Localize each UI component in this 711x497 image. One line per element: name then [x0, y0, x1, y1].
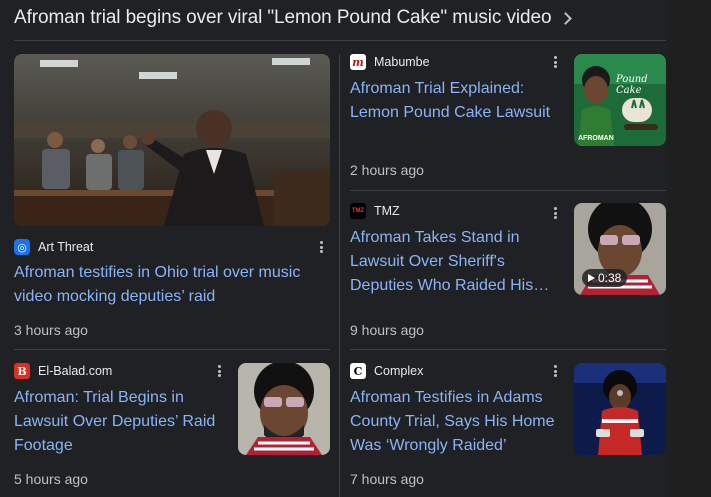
headline-line: Afroman Takes Stand in [350, 229, 520, 246]
topic-title: Afroman trial begins over viral "Lemon P… [14, 7, 552, 28]
headline-line: Lawsuit Over Sheriff's [350, 253, 505, 270]
afroman-thumbnail[interactable]: Pound Cake AFROMAN [574, 54, 666, 146]
source-name: Mabumbe [374, 55, 430, 69]
news-card-art-threat[interactable]: ◎ Art Threat Afroman testifies in Ohio t… [14, 54, 330, 344]
timestamp: 7 hours ago [350, 471, 424, 487]
more-options-icon[interactable] [318, 239, 324, 255]
headline-line: Footage [14, 437, 73, 454]
headline-link[interactable]: Afroman testifies in Ohio trial over mus… [14, 261, 330, 309]
video-duration-badge: 0:38 [582, 269, 628, 287]
video-thumbnail[interactable]: 0:38 [574, 203, 666, 295]
duration-text: 0:38 [598, 271, 622, 285]
headline-line: Lawsuit Over Deputies’ Raid [14, 413, 216, 430]
courtroom-image[interactable] [14, 54, 330, 226]
source-row: C Complex [350, 363, 423, 379]
source-row: m Mabumbe [350, 54, 430, 70]
thumb-overlay-text: AFROMAN [578, 135, 614, 142]
timestamp: 5 hours ago [14, 471, 88, 487]
timestamp: 3 hours ago [14, 322, 88, 338]
topic-header[interactable]: Afroman trial begins over viral "Lemon P… [14, 6, 573, 30]
headline-link[interactable]: Afroman Testifies in Adams County Trial,… [350, 386, 564, 458]
source-row: B El-Balad.com [14, 363, 112, 379]
news-card-mabumbe[interactable]: m Mabumbe Afroman Trial Explained: Lemon… [350, 54, 666, 184]
timestamp: 2 hours ago [350, 162, 424, 178]
news-card-el-balad[interactable]: B El-Balad.com Afroman: Trial Begins in … [14, 363, 330, 493]
source-name: Art Threat [38, 240, 94, 254]
column-divider [339, 54, 340, 497]
headline-line: County Trial, Says His Home [350, 413, 555, 430]
headline-line: Lemon Pound Cake Lawsuit [350, 104, 551, 121]
thumb-overlay-text: Pound Cake [616, 74, 648, 96]
el-balad-logo-icon: B [14, 363, 30, 379]
source-row: ◎ Art Threat [14, 239, 93, 255]
chevron-right-icon [559, 12, 573, 25]
headline-line: video mocking deputies’ raid [14, 288, 216, 305]
afroman-stage-thumbnail[interactable] [574, 363, 666, 455]
headline-line: Afroman testifies in Ohio trial over mus… [14, 264, 301, 281]
page-margin [667, 0, 711, 497]
headline-link[interactable]: Afroman Trial Explained: Lemon Pound Cak… [350, 77, 560, 125]
more-options-icon[interactable] [552, 54, 558, 70]
art-threat-logo-icon: ◎ [14, 239, 30, 255]
more-options-icon[interactable] [552, 205, 558, 221]
complex-logo-icon: C [350, 363, 366, 379]
headline-line: Afroman: Trial Begins in [14, 389, 184, 406]
news-card-tmz[interactable]: TMZ TMZ Afroman Takes Stand in Lawsuit O… [350, 203, 666, 343]
headline-link[interactable]: Afroman Takes Stand in Lawsuit Over Sher… [350, 226, 560, 298]
mabumbe-logo-icon: m [350, 54, 366, 70]
row-divider-right-1 [350, 190, 666, 191]
source-name: Complex [374, 364, 424, 378]
news-card-complex[interactable]: C Complex Afroman Testifies in Adams Cou… [350, 363, 666, 493]
source-name: TMZ [374, 204, 400, 218]
row-divider-right-2 [350, 349, 666, 350]
tmz-logo-icon: TMZ [350, 203, 366, 219]
headline-line: Afroman Trial Explained: [350, 80, 525, 97]
headline-link[interactable]: Afroman: Trial Begins in Lawsuit Over De… [14, 386, 224, 458]
play-icon [588, 274, 595, 282]
more-options-icon[interactable] [216, 363, 222, 379]
headline-line: Deputies Who Raided His… [350, 277, 550, 294]
headline-line: Was ‘Wrongly Raided’ [350, 437, 507, 454]
headline-line: Afroman Testifies in Adams [350, 389, 543, 406]
timestamp: 9 hours ago [350, 322, 424, 338]
afroman-thumbnail[interactable] [238, 363, 330, 455]
header-divider [14, 40, 666, 41]
more-options-icon[interactable] [552, 363, 558, 379]
source-row: TMZ TMZ [350, 203, 400, 219]
row-divider-left [14, 349, 330, 350]
source-name: El-Balad.com [38, 364, 113, 378]
